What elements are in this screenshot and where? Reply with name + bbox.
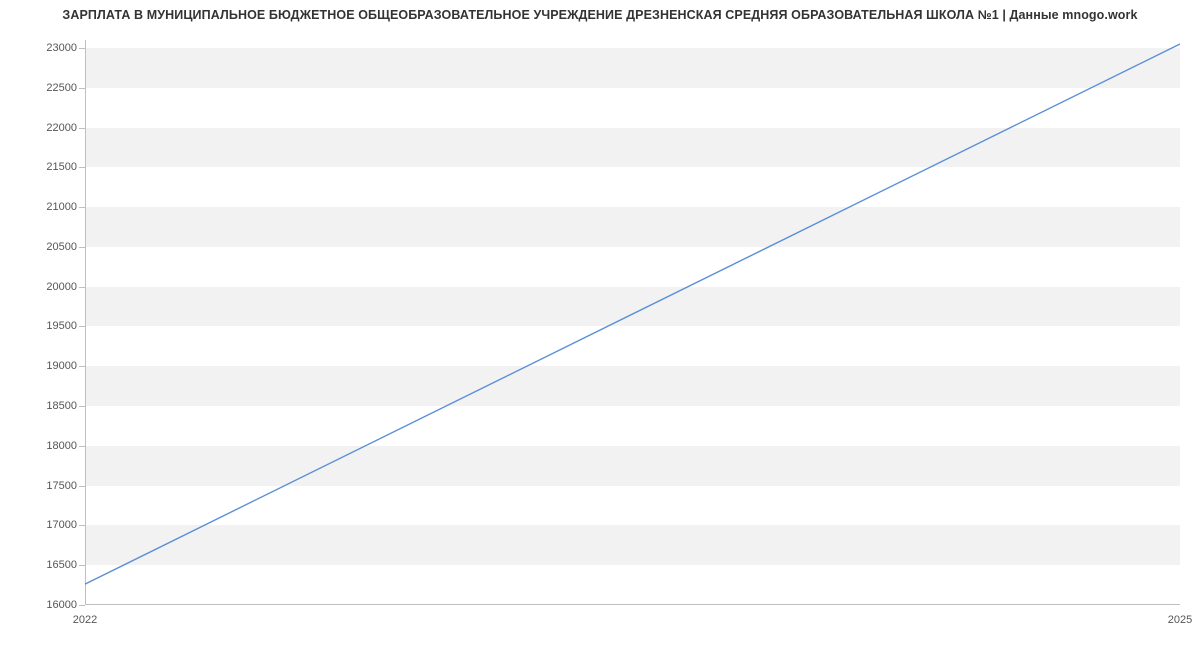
y-tick-mark [79,486,85,487]
y-tick-mark [79,366,85,367]
x-tick-label: 2025 [1168,604,1192,626]
plot-area: 1600016500170001750018000185001900019500… [85,40,1180,605]
y-tick-mark [79,525,85,526]
y-tick-mark [79,207,85,208]
chart-title: ЗАРПЛАТА В МУНИЦИПАЛЬНОЕ БЮДЖЕТНОЕ ОБЩЕО… [0,8,1200,22]
y-tick-mark [79,247,85,248]
y-tick-mark [79,167,85,168]
chart-container: ЗАРПЛАТА В МУНИЦИПАЛЬНОЕ БЮДЖЕТНОЕ ОБЩЕО… [0,0,1200,650]
y-tick-mark [79,287,85,288]
y-tick-mark [79,48,85,49]
y-tick-mark [79,326,85,327]
y-tick-mark [79,446,85,447]
y-tick-mark [79,88,85,89]
y-tick-mark [79,565,85,566]
y-tick-mark [79,128,85,129]
series-line [85,44,1180,584]
x-tick-label: 2022 [73,604,97,626]
line-layer [85,40,1180,604]
y-tick-mark [79,406,85,407]
